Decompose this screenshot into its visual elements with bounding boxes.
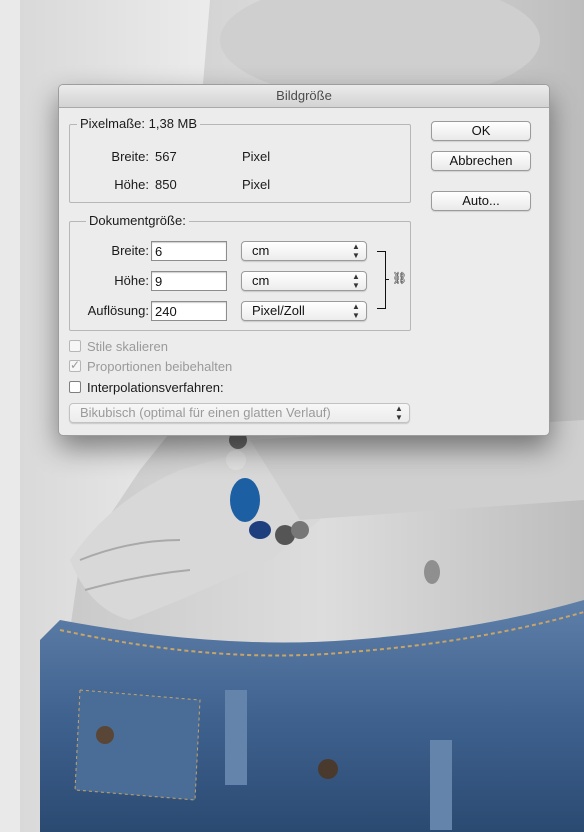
doc-width-input[interactable]	[151, 241, 227, 261]
image-size-dialog: Bildgröße Pixelmaße: 1,38 MB Breite: 567…	[58, 84, 550, 436]
doc-width-unit-value: cm	[252, 243, 270, 258]
resample-method-value: Bikubisch (optimal für einen glatten Ver…	[80, 405, 331, 420]
select-arrows-icon: ▲ ▼	[352, 242, 360, 260]
checkmark-icon: ✓	[70, 358, 81, 372]
checkbox-box	[69, 340, 81, 352]
scale-styles-checkbox[interactable]: Stile skalieren	[69, 339, 269, 355]
resolution-unit-value: Pixel/Zoll	[252, 303, 305, 318]
doc-height-unit-select[interactable]: cm ▲ ▼	[241, 271, 367, 291]
resample-checkbox[interactable]: Interpolationsverfahren:	[69, 380, 289, 396]
cancel-button[interactable]: Abbrechen	[431, 151, 531, 171]
checkbox-box	[69, 381, 81, 393]
proportion-bracket	[377, 251, 386, 309]
select-arrows-icon: ▲ ▼	[352, 272, 360, 290]
dialog-title: Bildgröße	[59, 85, 549, 108]
pixel-width-unit: Pixel	[242, 149, 271, 164]
constrain-proportions-label: Proportionen beibehalten	[87, 359, 233, 374]
pixel-height-value: 850	[155, 177, 177, 192]
pixel-height-label: Höhe:	[114, 177, 149, 192]
resolution-unit-select[interactable]: Pixel/Zoll ▲ ▼	[241, 301, 367, 321]
document-size-legend: Dokumentgröße:	[86, 213, 189, 228]
doc-height-input[interactable]	[151, 271, 227, 291]
doc-height-label: Höhe:	[114, 273, 149, 288]
proportion-bracket-tick	[385, 279, 389, 280]
pixel-dimensions-legend: Pixelmaße: 1,38 MB	[77, 116, 201, 131]
pixel-width-value: 567	[155, 149, 177, 164]
select-arrows-icon: ▲ ▼	[352, 302, 360, 320]
resolution-label: Auflösung:	[87, 303, 149, 318]
doc-width-unit-select[interactable]: cm ▲ ▼	[241, 241, 367, 261]
resample-label: Interpolationsverfahren:	[87, 380, 224, 395]
ok-button[interactable]: OK	[431, 121, 531, 141]
scale-styles-label: Stile skalieren	[87, 339, 168, 354]
doc-width-label: Breite:	[111, 243, 149, 258]
resample-method-select[interactable]: Bikubisch (optimal für einen glatten Ver…	[69, 403, 410, 423]
resolution-input[interactable]	[151, 301, 227, 321]
pixel-height-unit: Pixel	[242, 177, 271, 192]
select-arrows-icon: ▲ ▼	[395, 404, 403, 422]
auto-button[interactable]: Auto...	[431, 191, 531, 211]
constrain-proportions-checkbox[interactable]: ✓ Proportionen beibehalten	[69, 358, 289, 375]
chain-link-icon: ⛓	[392, 271, 408, 285]
pixel-width-label: Breite:	[111, 149, 149, 164]
doc-height-unit-value: cm	[252, 273, 270, 288]
